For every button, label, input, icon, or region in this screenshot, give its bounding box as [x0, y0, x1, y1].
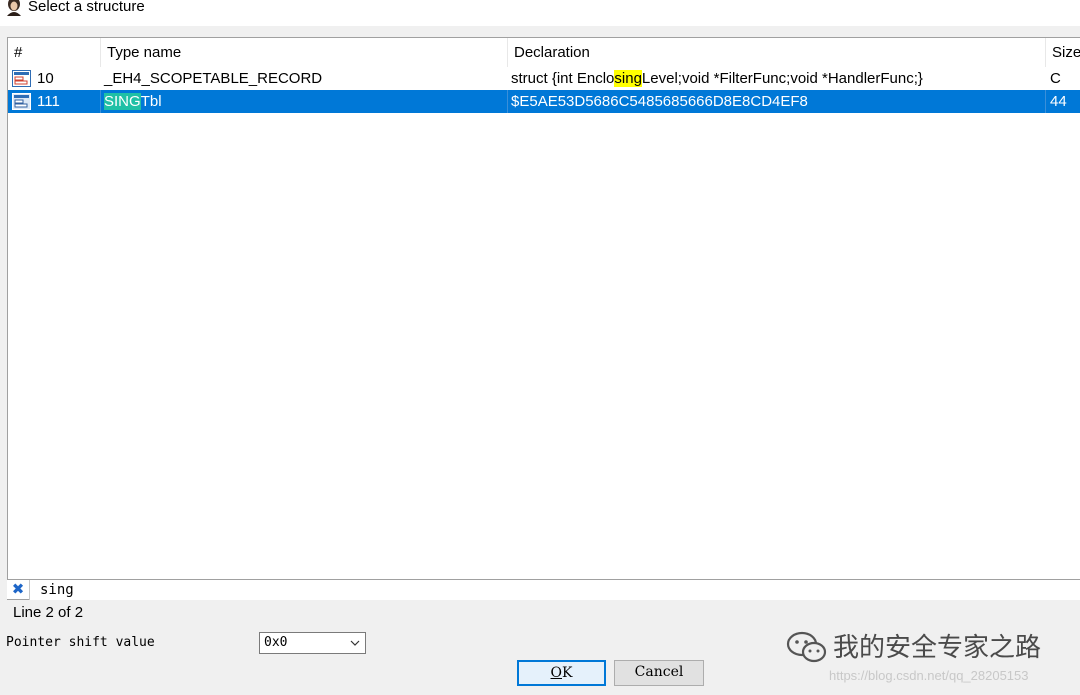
table-row-selected[interactable]: 111 SINGTbl $E5AE53D5686C5485685666D8E8C… [8, 90, 1080, 113]
clear-x-icon[interactable]: ✖ [9, 581, 27, 599]
title-bar: Select a structure [0, 0, 1080, 26]
table-header: # Type name Declaration Size [8, 38, 1080, 67]
column-header-number[interactable]: # [8, 38, 101, 67]
window-title: Select a structure [28, 0, 145, 15]
pointer-shift-value: 0x0 [264, 635, 288, 650]
watermark: 我的安全专家之路 [785, 628, 1075, 668]
column-header-declaration[interactable]: Declaration [508, 38, 1046, 67]
cancel-button[interactable]: Cancel [614, 660, 704, 686]
search-match-highlight: SING [104, 93, 141, 110]
ok-button[interactable]: OK [517, 660, 606, 686]
avatar-icon [7, 0, 21, 16]
column-header-type-name[interactable]: Type name [101, 38, 508, 67]
row-size: 44 [1046, 90, 1080, 113]
row-number: 10 [37, 70, 54, 87]
table-row[interactable]: 10 _EH4_SCOPETABLE_RECORD struct {int En… [8, 67, 1080, 90]
watermark-url: https://blog.csdn.net/qq_28205153 [829, 668, 1029, 683]
row-number: 111 [37, 93, 60, 110]
row-type-name: SINGTbl [101, 90, 508, 113]
structures-table: # Type name Declaration Size 10 _EH4_SCO… [7, 37, 1080, 580]
row-type-name: _EH4_SCOPETABLE_RECORD [104, 70, 323, 87]
pointer-shift-select[interactable]: 0x0 [259, 632, 366, 654]
status-line: Line 2 of 2 [13, 604, 84, 621]
row-declaration: $E5AE53D5686C5485685666D8E8CD4EF8 [508, 90, 1046, 113]
pointer-shift-label: Pointer shift value [6, 635, 155, 650]
row-size: C [1050, 70, 1061, 87]
search-input[interactable] [29, 580, 1080, 600]
watermark-text: 我的安全专家之路 [833, 633, 1042, 663]
wechat-icon [786, 631, 827, 663]
column-header-size[interactable]: Size [1046, 38, 1080, 67]
struct-icon [12, 92, 31, 110]
search-bar: ✖ [7, 580, 1080, 600]
chevron-down-icon [350, 640, 360, 646]
row-declaration: struct {int EnclosingLevel;void *FilterF… [511, 70, 923, 87]
search-match-highlight: sing [614, 70, 642, 87]
struct-icon [12, 69, 31, 87]
